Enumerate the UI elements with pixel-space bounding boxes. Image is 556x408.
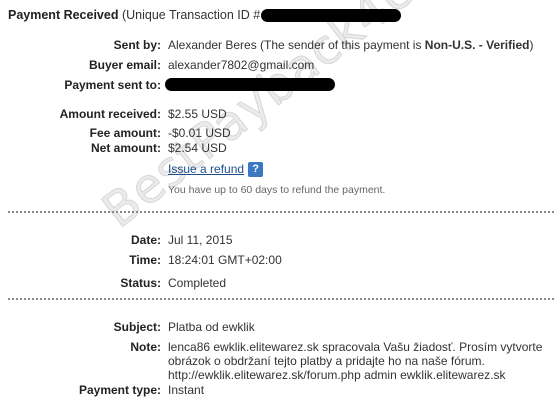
title-transaction-id-label: (Unique Transaction ID # [118, 8, 261, 22]
subject-label: Subject: [113, 320, 161, 334]
transaction-id-redaction [261, 9, 402, 23]
note-label: Note: [130, 340, 161, 354]
sent-by-label: Sent by: [113, 38, 161, 52]
issue-refund-link[interactable]: Issue a refund [168, 162, 244, 176]
amount-received-value: $2.55 USD [168, 107, 227, 121]
payment-sent-to-redaction [165, 77, 335, 92]
time-label: Time: [129, 253, 161, 267]
buyer-email-label: Buyer email: [88, 58, 161, 72]
sender-close: ) [529, 38, 534, 52]
amount-received-label: Amount received: [59, 107, 161, 121]
net-amount-label: Net amount: [91, 141, 161, 155]
subject-value: Platba od ewklik [168, 320, 255, 334]
fee-amount-label: Fee amount: [89, 126, 161, 140]
help-icon[interactable]: ? [248, 162, 264, 178]
title-strong: Payment Received [8, 8, 119, 22]
payment-type-label: Payment type: [78, 383, 161, 397]
page-title: Payment Received (Unique Transaction ID … [8, 8, 402, 23]
sent-by-value: Alexander Beres (The sender of this paym… [168, 38, 533, 52]
buyer-email-value: alexander7802@gmail.com [168, 58, 315, 72]
date-value: Jul 11, 2015 [168, 233, 233, 247]
time-value: 18:24:01 GMT+02:00 [168, 253, 282, 267]
note-line-1: lenca86 ewklik.elitewarez.sk spracovala … [168, 340, 543, 354]
refund-row: Issue a refund? [168, 162, 264, 178]
divider-2 [8, 298, 554, 300]
divider-1 [8, 211, 554, 213]
status-label: Status: [120, 276, 161, 290]
refund-note: You have up to 60 days to refund the pay… [168, 184, 386, 196]
payment-type-value: Instant [168, 383, 205, 397]
sender-status: Non-U.S. - Verified [424, 38, 530, 52]
note-line-3: http://ewklik.elitewarez.sk/forum.php ad… [168, 368, 506, 382]
net-amount-value: $2.54 USD [168, 141, 227, 155]
fee-amount-value: -$0.01 USD [168, 126, 231, 140]
note-line-2: obrázok o obdržaní tejto platby a pridaj… [168, 354, 485, 368]
date-label: Date: [130, 233, 161, 247]
status-value: Completed [168, 276, 227, 290]
payment-sent-to-label: Payment sent to: [64, 78, 161, 92]
sender-name: Alexander Beres (The sender of this paym… [168, 38, 425, 52]
